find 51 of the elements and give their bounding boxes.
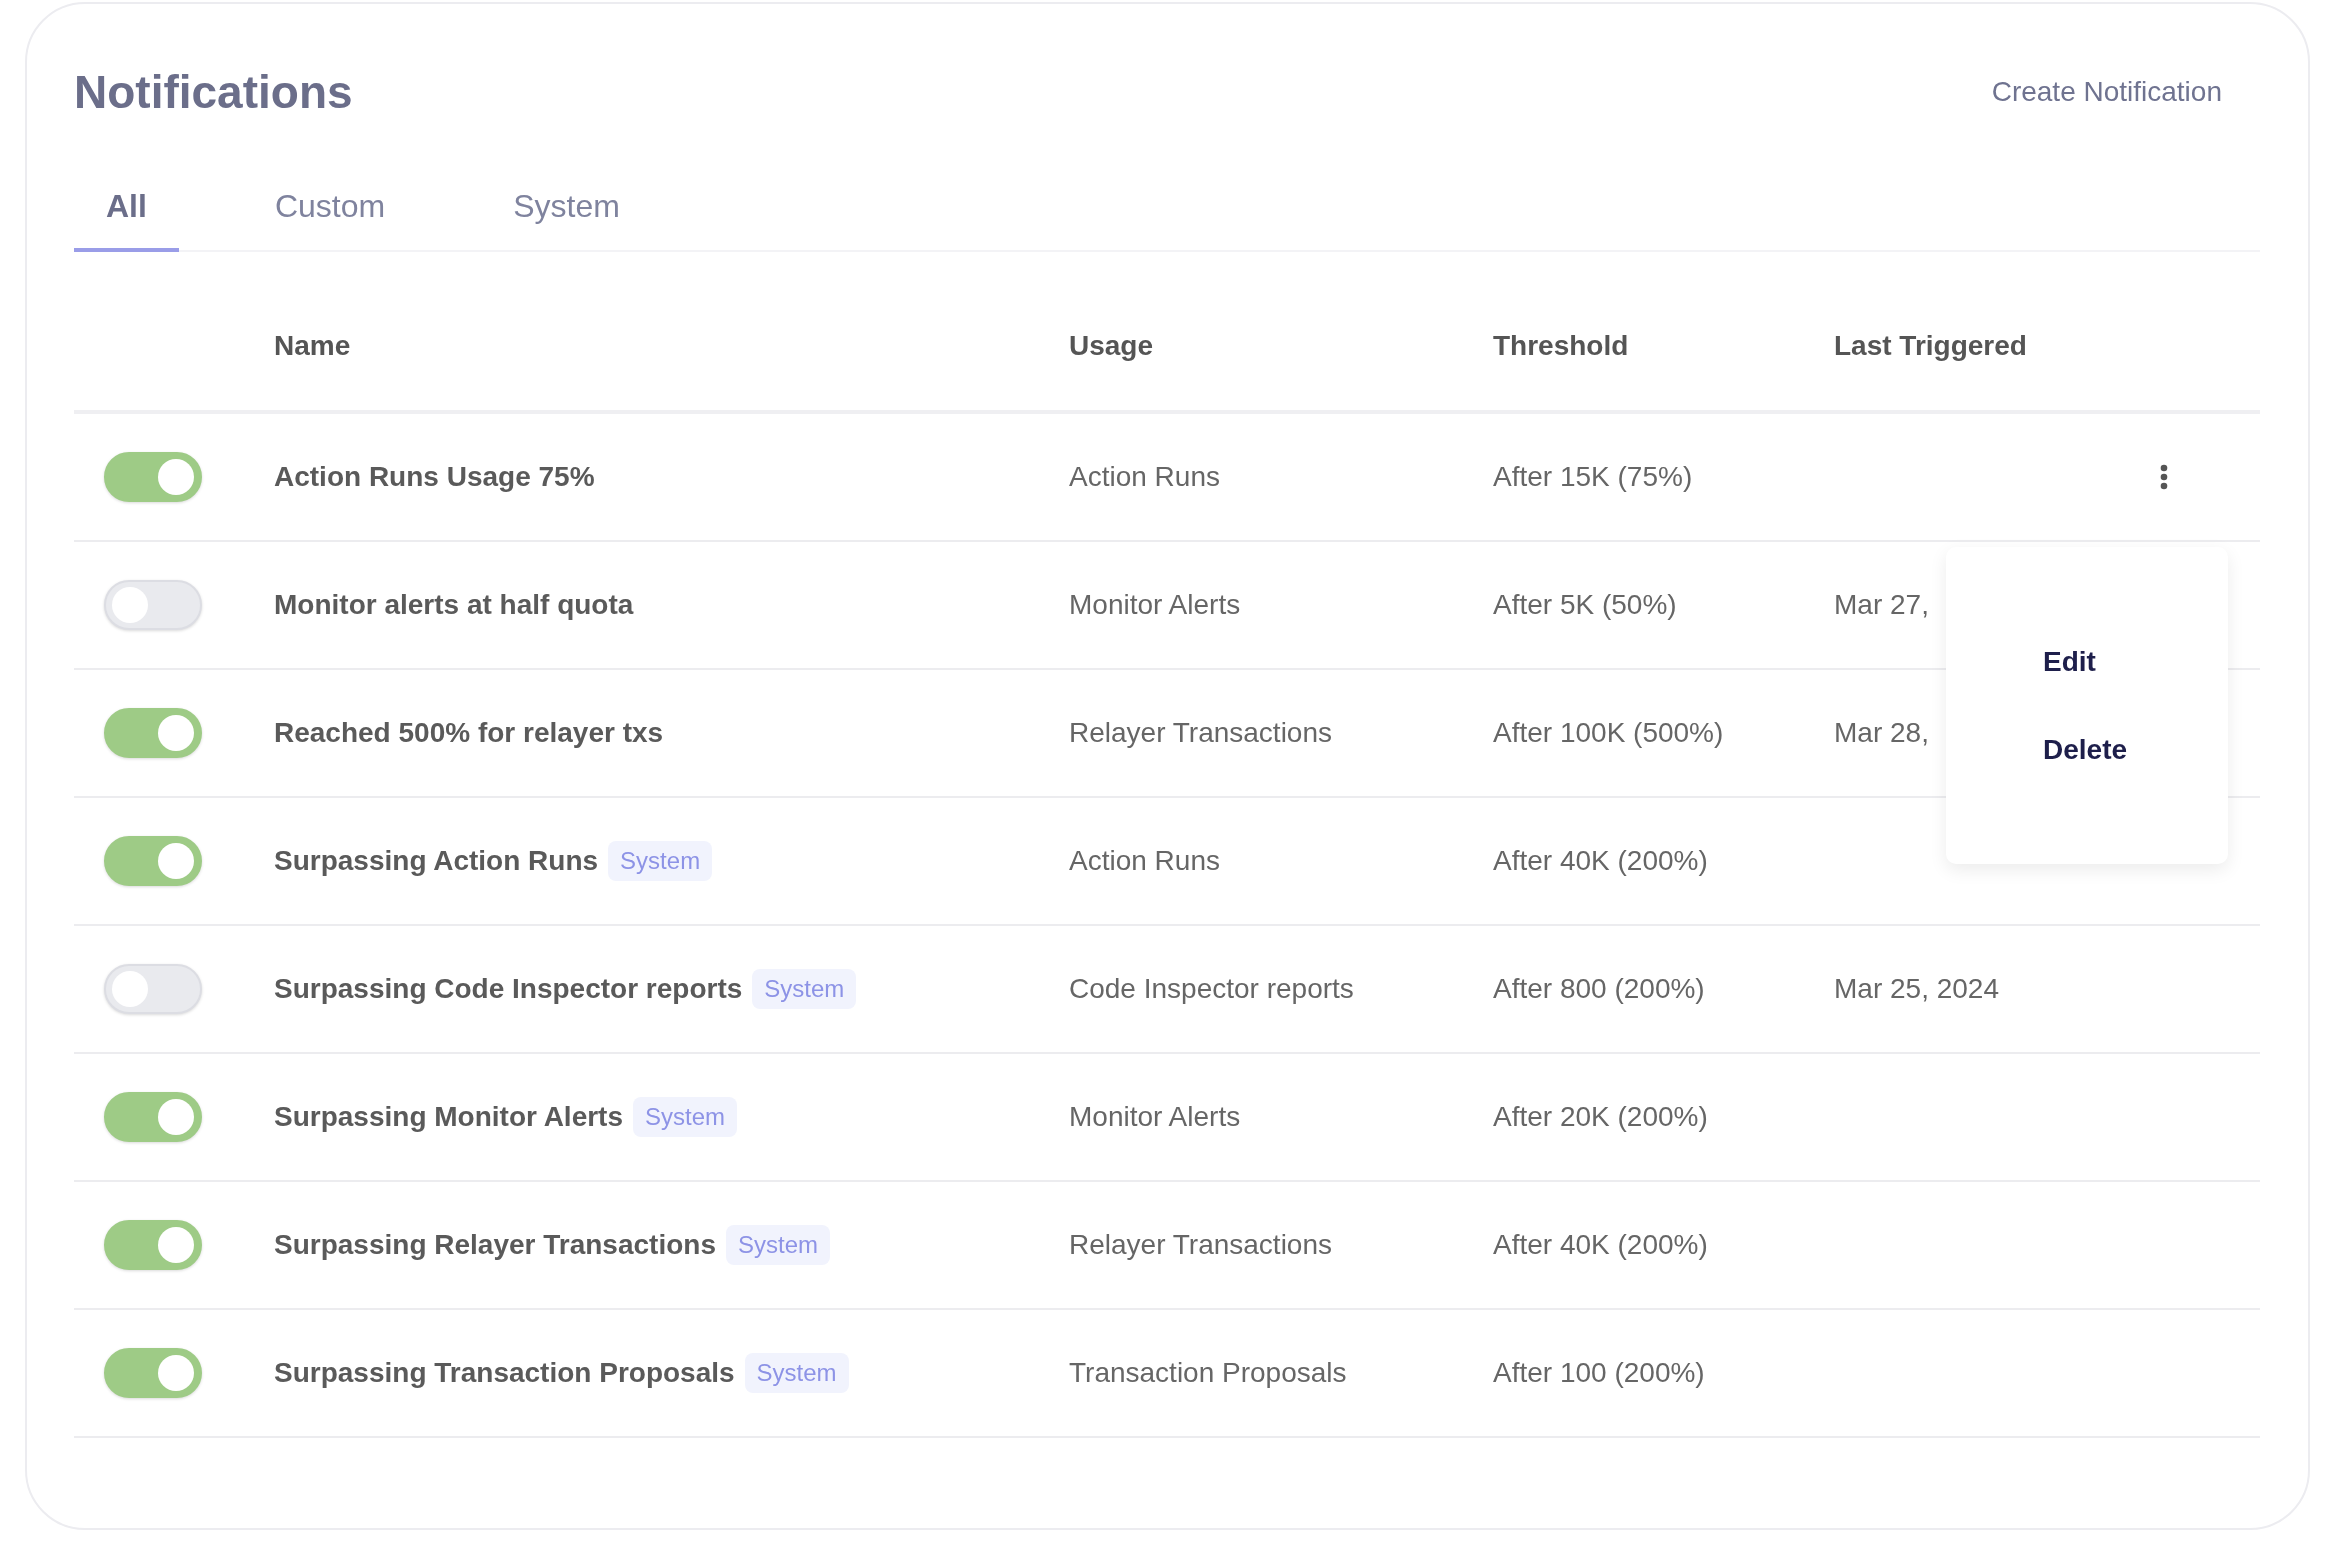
column-header: Threshold [1493, 330, 1630, 362]
system-tag: System [752, 969, 857, 1009]
notification-name: Surpassing Action Runs [274, 845, 599, 877]
notification-name: Surpassing Relayer Transactions [274, 1229, 716, 1261]
system-tag: System [725, 1225, 830, 1265]
usage-cell-text: Transaction Proposals [1069, 1357, 1348, 1389]
usage-cell-text: Monitor Alerts [1069, 589, 1242, 621]
threshold-cell-text: After 15K (75%) [1493, 461, 1694, 493]
tab[interactable]: Custom [242, 164, 418, 252]
toggle-switch[interactable] [104, 452, 202, 502]
tab[interactable]: All [74, 164, 179, 252]
threshold-cell-text: After 40K (200%) [1493, 845, 1709, 877]
notification-name: Monitor alerts at half quota [274, 589, 634, 621]
threshold-cell-text: After 100K (500%) [1493, 717, 1725, 749]
usage-cell-text: Code Inspector reports [1069, 973, 1355, 1005]
toggle-switch[interactable] [104, 1092, 202, 1142]
menu-item[interactable]: Delete [1946, 706, 2128, 794]
toggle-switch[interactable] [104, 1220, 202, 1270]
notification-name: Surpassing Transaction Proposals [274, 1357, 735, 1389]
usage-cell-text: Action Runs [1069, 461, 1221, 493]
notification-name: Action Runs Usage 75% [274, 461, 595, 493]
toggle-switch[interactable] [104, 580, 202, 630]
notification-name: Reached 500% for relayer txs [274, 717, 664, 749]
notification-name: Surpassing Monitor Alerts [274, 1101, 623, 1133]
toggle-switch[interactable] [104, 964, 202, 1014]
usage-cell-text: Monitor Alerts [1069, 1101, 1242, 1133]
column-header: Last Triggered [1834, 330, 2028, 362]
threshold-cell-text: After 800 (200%) [1493, 973, 1706, 1005]
toggle-switch[interactable] [104, 708, 202, 758]
more-vertical-icon [2160, 464, 2168, 490]
toggle-switch[interactable] [104, 836, 202, 886]
threshold-cell-text: After 40K (200%) [1493, 1229, 1709, 1261]
system-tag: System [608, 841, 713, 881]
system-tag: System [744, 1353, 849, 1393]
last-triggered-cell-text: Mar 27, [1834, 589, 1930, 621]
threshold-cell-text: After 20K (200%) [1493, 1101, 1709, 1133]
threshold-cell-text: After 100 (200%) [1493, 1357, 1706, 1389]
usage-cell-text: Action Runs [1069, 845, 1221, 877]
column-header: Name [274, 330, 352, 362]
threshold-cell-text: After 5K (50%) [1493, 589, 1678, 621]
notification-name: Surpassing Code Inspector reports [274, 973, 743, 1005]
toggle-switch[interactable] [104, 1348, 202, 1398]
usage-cell-text: Relayer Transactions [1069, 1229, 1333, 1261]
usage-cell-text: Relayer Transactions [1069, 717, 1333, 749]
column-header: Usage [1069, 330, 1155, 362]
page-title: Notifications [74, 65, 353, 119]
tab[interactable]: System [481, 164, 652, 252]
create-notification-button[interactable]: Create Notification [1991, 76, 2222, 108]
last-triggered-cell-text: Mar 25, 2024 [1834, 973, 2000, 1005]
menu-item[interactable]: Edit [1946, 618, 2096, 706]
system-tag: System [633, 1097, 738, 1137]
